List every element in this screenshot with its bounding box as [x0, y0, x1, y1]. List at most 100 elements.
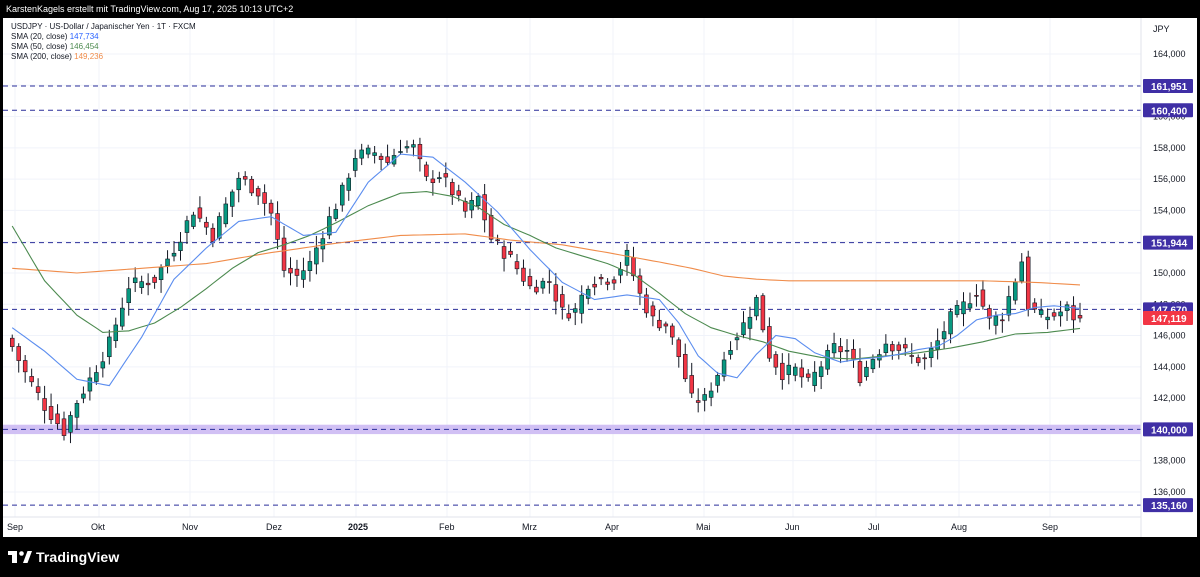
- x-tick-label: Okt: [91, 522, 106, 532]
- x-tick-label: Nov: [182, 522, 199, 532]
- x-tick-label: 2025: [348, 522, 368, 532]
- chart-attribution: KarstenKagels erstellt mit TradingView.c…: [0, 0, 1200, 18]
- candle-body: [294, 268, 300, 276]
- candle-body: [521, 267, 526, 282]
- x-tick-label: Jul: [868, 522, 880, 532]
- candle-body: [560, 294, 565, 308]
- tradingview-logo-icon: [8, 551, 32, 563]
- candle-body: [780, 362, 785, 381]
- candle-body: [443, 173, 449, 178]
- level-label: 160,400: [1151, 106, 1188, 117]
- candle-body: [1077, 315, 1083, 319]
- legend-sma20: SMA (20, close) 147,734: [11, 32, 99, 41]
- candle-body: [42, 398, 47, 411]
- candle-body: [935, 340, 940, 350]
- candle-body: [275, 213, 280, 240]
- candle-body: [35, 386, 41, 393]
- candle-body: [683, 354, 688, 380]
- candle-body: [475, 196, 481, 207]
- candle-body: [915, 357, 921, 363]
- legend-sma20-value: 147,734: [70, 32, 99, 41]
- candle-body: [249, 178, 254, 194]
- candle-body: [670, 325, 675, 338]
- candle-body: [68, 415, 73, 433]
- candle-body: [605, 281, 610, 285]
- y-tick-label: 154,000: [1153, 205, 1186, 215]
- candle-body: [941, 331, 947, 340]
- candle-body: [307, 261, 313, 271]
- candle-body: [178, 241, 183, 251]
- candle-body: [741, 322, 746, 336]
- candle-body: [1000, 319, 1005, 322]
- candle-body: [132, 277, 138, 283]
- price-chart[interactable]: 164,000162,000160,000158,000156,000154,0…: [3, 18, 1197, 537]
- candle-body: [1051, 312, 1057, 317]
- legend-sma200: SMA (200, close) 149,236: [11, 52, 104, 61]
- candle-body: [980, 289, 986, 307]
- y-tick-label: 144,000: [1153, 362, 1186, 372]
- candle-body: [385, 156, 390, 163]
- tradingview-logo[interactable]: TradingView: [8, 549, 119, 565]
- candle-body: [663, 323, 669, 327]
- candle-body: [527, 276, 533, 287]
- candle-body: [126, 288, 131, 303]
- candle-body: [805, 373, 811, 378]
- footer-bar: TradingView: [0, 537, 1200, 577]
- candle-body: [954, 305, 960, 315]
- candle-body: [1025, 256, 1031, 310]
- candle-body: [1045, 316, 1050, 321]
- y-tick-label: 164,000: [1153, 49, 1186, 59]
- candle-body: [831, 343, 837, 354]
- candle-body: [799, 367, 804, 378]
- candle-body: [993, 315, 999, 326]
- candle-body: [928, 347, 934, 358]
- candle-body: [346, 177, 351, 191]
- chart-area[interactable]: 164,000162,000160,000158,000156,000154,0…: [3, 18, 1197, 537]
- candle-body: [158, 267, 164, 280]
- candle-body: [378, 155, 384, 160]
- y-tick-label: 158,000: [1153, 143, 1186, 153]
- candle-body: [365, 147, 371, 155]
- level-label: 161,951: [1151, 82, 1188, 93]
- candle-body: [217, 216, 222, 239]
- y-tick-label: 156,000: [1153, 174, 1186, 184]
- candle-body: [754, 297, 759, 317]
- candle-body: [152, 276, 157, 283]
- candle-body: [566, 313, 572, 319]
- candle-body: [870, 359, 876, 370]
- candle-body: [715, 374, 720, 386]
- candle-body: [223, 203, 229, 225]
- candle-body: [430, 178, 436, 184]
- candle-body: [81, 393, 86, 399]
- candle-body: [864, 366, 869, 377]
- candle-body: [184, 220, 190, 233]
- candle-body: [1038, 309, 1044, 315]
- candle-body: [793, 366, 798, 376]
- candle-body: [94, 372, 99, 382]
- candle-body: [398, 151, 403, 153]
- y-tick-label: 142,000: [1153, 393, 1186, 403]
- candle-body: [372, 152, 377, 156]
- support-level-label: 140,000: [1151, 425, 1188, 436]
- candle-body: [22, 360, 28, 373]
- x-tick-label: Mai: [696, 522, 711, 532]
- legend-sma50: SMA (50, close) 146,454: [11, 42, 99, 51]
- tradingview-brand: TradingView: [36, 549, 120, 565]
- candle-body: [624, 249, 630, 266]
- candle-body: [411, 144, 416, 148]
- candle-body: [495, 239, 500, 242]
- candle-body: [359, 149, 364, 159]
- candle-body: [120, 307, 125, 327]
- candle-body: [844, 350, 850, 352]
- candle-body: [1058, 311, 1063, 317]
- y-tick-label: 146,000: [1153, 331, 1186, 341]
- y-tick-label: 138,000: [1153, 456, 1186, 466]
- candle-body: [922, 357, 927, 360]
- candle-body: [702, 394, 707, 401]
- candle-body: [281, 237, 287, 271]
- candle-body: [598, 277, 604, 280]
- candle-body: [631, 257, 636, 277]
- candle-body: [728, 350, 733, 355]
- candle-body: [268, 202, 274, 214]
- candle-body: [404, 146, 410, 149]
